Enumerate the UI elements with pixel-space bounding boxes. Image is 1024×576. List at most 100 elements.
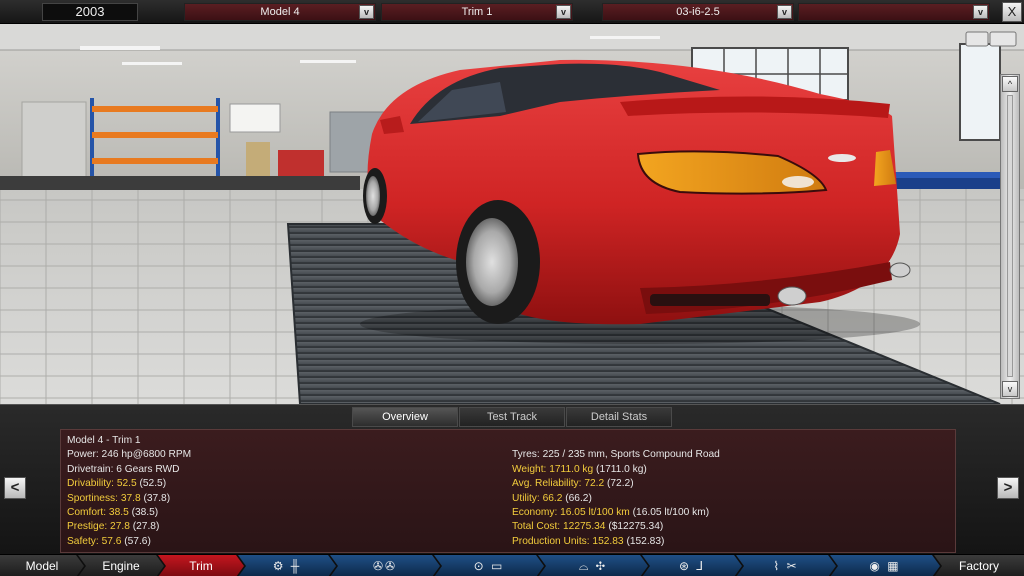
interior-icon: ⊛ ⅃ <box>678 559 706 573</box>
aero-icon: ⌓ ✣ <box>578 559 608 573</box>
gearbox-icon: ⚙ ╫ <box>272 559 302 573</box>
stat-label: Prestige: <box>67 521 108 533</box>
stats-panel: Overview Test Track Detail Stats < > Mod… <box>0 404 1024 554</box>
tab-test-track[interactable]: Test Track <box>459 407 565 427</box>
stat-row: Drivetrain: 6 Gears RWD <box>67 463 191 477</box>
stat-row <box>512 434 720 448</box>
nav-model[interactable]: Model <box>0 555 84 576</box>
stat-row: Economy: 16.05 lt/100 km (16.05 lt/100 k… <box>512 506 720 520</box>
model-dropdown[interactable]: Model 4 v <box>184 3 376 21</box>
stat-row: Production Units: 152.83 (152.83) <box>512 535 720 549</box>
engine-dropdown-value: 03-i6-2.5 <box>676 6 720 18</box>
stat-row: Total Cost: 12275.34 ($12275.34) <box>512 520 720 534</box>
scroll-track[interactable] <box>1007 95 1013 377</box>
model-dropdown-value: Model 4 <box>260 6 300 18</box>
stat-label: Avg. Reliability: <box>512 478 582 490</box>
stat-row: Safety: 57.6 (57.6) <box>67 535 191 549</box>
stat-label: Production Units: <box>512 535 590 547</box>
stat-label: Safety: <box>67 535 99 547</box>
nav-factory-label: Factory <box>958 559 999 573</box>
chevron-down-icon[interactable]: v <box>973 5 988 19</box>
stat-base-value: (37.8) <box>143 492 171 504</box>
stat-value: 72.2 <box>584 478 605 490</box>
stat-base-value: (72.2) <box>606 478 634 490</box>
stat-label: Tyres: 225 / 235 mm, Sports Compound Roa… <box>512 449 720 461</box>
nav-factory[interactable]: Factory <box>934 555 1024 576</box>
tab-detail-stats[interactable]: Detail Stats <box>566 407 672 427</box>
stat-label: Comfort: <box>67 507 107 519</box>
nav-model-label: Model <box>25 559 59 573</box>
stats-right-column: Tyres: 225 / 235 mm, Sports Compound Roa… <box>512 434 720 549</box>
stat-value: 152.83 <box>592 535 624 547</box>
stat-value: 27.8 <box>110 521 130 533</box>
nav-trim[interactable]: Trim <box>158 555 244 576</box>
stat-base-value: (152.83) <box>626 535 665 547</box>
stat-label: Drivability: <box>67 478 114 490</box>
nav-engine-label: Engine <box>102 559 140 573</box>
stat-base-value: (57.6) <box>124 535 151 547</box>
stat-row: Power: 246 hp@6800 RPM <box>67 448 191 462</box>
designer-nav: Model Engine Trim ⚙ ╫ ✇✇ ⊙ ▭ ⌓ ✣ ⊛ ⅃ ⌇ ✂… <box>0 554 1024 576</box>
trim-title: Model 4 - Trim 1 <box>67 435 141 446</box>
stat-base-value: (52.5) <box>139 478 167 490</box>
stat-value: 66.2 <box>542 492 563 504</box>
year-display: 2003 <box>42 3 138 21</box>
stat-value: 57.6 <box>101 535 122 547</box>
stat-row: Utility: 66.2 (66.2) <box>512 492 720 506</box>
nav-trim-label: Trim <box>189 559 213 573</box>
stat-label: Utility: <box>512 492 540 504</box>
stat-row: Avg. Reliability: 72.2 (72.2) <box>512 477 720 491</box>
stat-value: 12275.34 <box>562 521 606 533</box>
next-button[interactable]: > <box>997 477 1019 499</box>
stat-label: Power: 246 hp@6800 RPM <box>67 449 192 461</box>
wheels-icon: ✇✇ <box>372 559 398 573</box>
trim-dropdown-value: Trim 1 <box>461 6 493 18</box>
stat-base-value: (16.05 lt/100 km) <box>632 507 710 519</box>
garage-scene <box>0 24 1024 404</box>
stat-row: Sportiness: 37.8 (37.8) <box>67 492 191 506</box>
nav-interior[interactable]: ⊛ ⅃ <box>642 555 742 576</box>
stat-value: 38.5 <box>108 507 129 519</box>
stat-row: Comfort: 38.5 (38.5) <box>67 506 191 520</box>
engine-dropdown[interactable]: 03-i6-2.5 v <box>602 3 794 21</box>
trim-dropdown[interactable]: Trim 1 v <box>381 3 573 21</box>
chevron-down-icon[interactable]: v <box>359 5 374 19</box>
chevron-down-icon[interactable]: v <box>556 5 571 19</box>
chevron-down-icon[interactable]: v <box>777 5 792 19</box>
stat-row: Tyres: 225 / 235 mm, Sports Compound Roa… <box>512 448 720 462</box>
nav-suspension[interactable]: ⌇ ✂ <box>736 555 836 576</box>
stat-row: Drivability: 52.5 (52.5) <box>67 477 191 491</box>
nav-engine[interactable]: Engine <box>78 555 164 576</box>
test-flag-icon: ◉ ▦ <box>869 559 901 573</box>
stat-base-value: ($12275.34) <box>608 521 664 533</box>
stat-base-value: (66.2) <box>565 492 592 504</box>
nav-aero[interactable]: ⌓ ✣ <box>538 555 648 576</box>
stat-value: 1711.0 kg <box>549 463 594 475</box>
tab-overview[interactable]: Overview <box>352 407 458 427</box>
nav-wheels[interactable]: ✇✇ <box>330 555 440 576</box>
extra-dropdown[interactable]: v <box>798 3 990 21</box>
body-icon: ⊙ ▭ <box>473 559 505 573</box>
previous-button[interactable]: < <box>4 477 26 499</box>
chevron-down-icon[interactable]: v <box>1002 381 1018 397</box>
stat-label: Economy: <box>512 507 558 519</box>
camera-zoom-scrollbar[interactable]: ^ v <box>1000 74 1020 399</box>
stat-label: Sportiness: <box>67 492 118 504</box>
stats-overview: Model 4 - Trim 1 Power: 246 hp@6800 RPM … <box>60 429 956 553</box>
close-button[interactable]: X <box>1002 2 1022 22</box>
chevron-up-icon[interactable]: ^ <box>1002 76 1018 92</box>
stat-row: Weight: 1711.0 kg (1711.0 kg) <box>512 463 720 477</box>
stat-label: Total Cost: <box>512 521 561 533</box>
top-bar: 2003 Model 4 v Trim 1 v 03-i6-2.5 v v X <box>0 0 1024 24</box>
stat-value: 52.5 <box>116 478 137 490</box>
stat-label: Weight: <box>512 463 547 475</box>
nav-body[interactable]: ⊙ ▭ <box>434 555 544 576</box>
stat-value: 16.05 lt/100 km <box>560 507 630 519</box>
car-viewport[interactable]: ^ v <box>0 24 1024 404</box>
stat-base-value: (38.5) <box>131 507 159 519</box>
stat-base-value: (27.8) <box>132 521 160 533</box>
stat-base-value: (1711.0 kg) <box>596 463 647 475</box>
stat-row: Prestige: 27.8 (27.8) <box>67 520 191 534</box>
nav-gearbox[interactable]: ⚙ ╫ <box>238 555 336 576</box>
nav-test[interactable]: ◉ ▦ <box>830 555 940 576</box>
